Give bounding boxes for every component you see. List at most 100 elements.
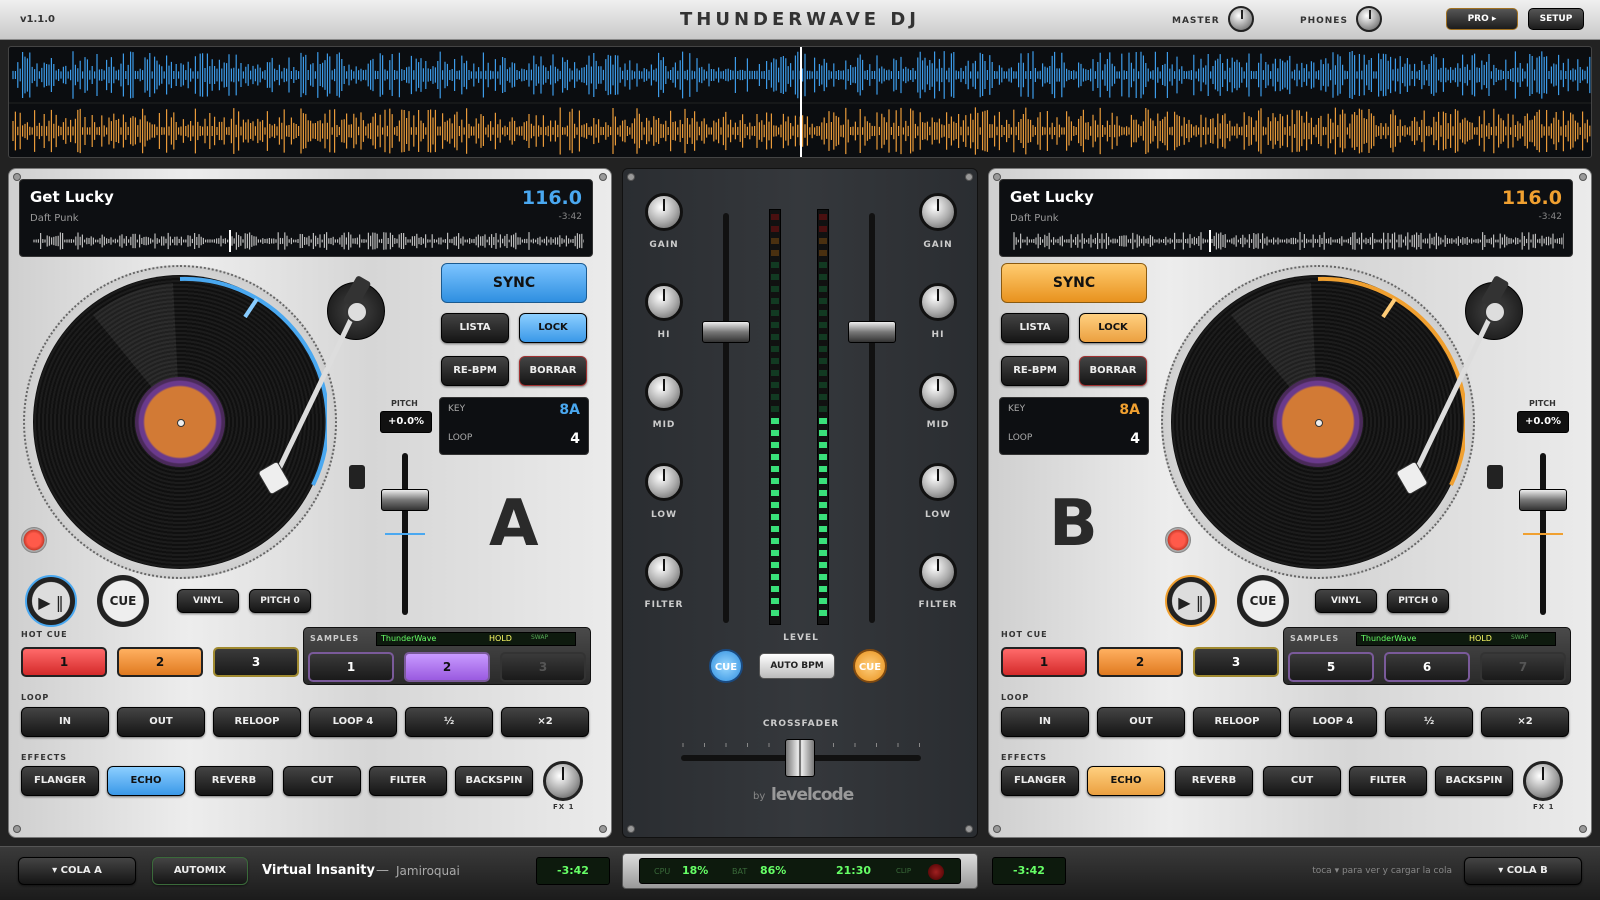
deck-a-sample-pad-1[interactable]: 1 <box>308 652 394 682</box>
auto-bpm-button[interactable]: AUTO BPM <box>759 653 835 679</box>
deck-a-play-pause-button[interactable]: ▶ ‖ <box>25 575 77 627</box>
deck-a-loop-out-button[interactable]: OUT <box>117 707 205 737</box>
deck-b-play-pause-button[interactable]: ▶ ‖ <box>1165 575 1217 627</box>
ch-b-low-knob[interactable] <box>919 463 957 501</box>
deck-b-pitch0-button[interactable]: PITCH 0 <box>1387 589 1449 613</box>
deck-b-loop-in-button[interactable]: IN <box>1001 707 1089 737</box>
deck-b-reloop-button[interactable]: RELOOP <box>1193 707 1281 737</box>
deck-a-fx-cut[interactable]: CUT <box>283 766 361 796</box>
deck-b-sample-pad-7[interactable]: 7 <box>1480 652 1566 682</box>
overview-waveforms[interactable] <box>8 46 1592 158</box>
deck-b-fx-echo[interactable]: ECHO <box>1087 766 1165 796</box>
deck-b-tonearm[interactable] <box>1387 269 1527 509</box>
deck-a-lock-button[interactable]: LOCK <box>519 313 587 343</box>
meter-segment <box>819 310 827 316</box>
ch-b-gain-knob[interactable] <box>919 193 957 231</box>
deck-a-pitch-reset[interactable] <box>349 465 365 489</box>
deck-b-sample-pad-6[interactable]: 6 <box>1384 652 1470 682</box>
deck-b-fx-reverb[interactable]: REVERB <box>1175 766 1253 796</box>
ch-a-low-knob[interactable] <box>645 463 683 501</box>
automix-button[interactable]: AUTOMIX <box>152 857 248 885</box>
next-track-separator: — <box>376 863 389 878</box>
deck-a-mini-waveform[interactable] <box>30 230 584 252</box>
deck-b-fx-filter[interactable]: FILTER <box>1349 766 1427 796</box>
deck-a-loop4-button[interactable]: LOOP 4 <box>309 707 397 737</box>
ch-b-fader-handle[interactable] <box>848 321 896 343</box>
deck-b-lock-button[interactable]: LOCK <box>1079 313 1147 343</box>
queue-a-button[interactable]: ▾ COLA A <box>18 857 136 885</box>
deck-b-delete-button[interactable]: BORRAR <box>1079 356 1147 386</box>
pro-button[interactable]: PRO ▸ <box>1446 8 1518 30</box>
deck-b-pitch-slider-handle[interactable] <box>1519 489 1567 511</box>
deck-a-loop-half-button[interactable]: ½ <box>405 707 493 737</box>
queue-b-button[interactable]: ▾ COLA B <box>1464 857 1582 885</box>
setup-button[interactable]: SETUP <box>1528 8 1584 30</box>
deck-b-rebpm-button[interactable]: RE-BPM <box>1001 356 1069 386</box>
deck-a-record-button[interactable] <box>21 527 47 553</box>
ch-a-fader-track[interactable] <box>723 213 729 623</box>
deck-a-loop-double-button[interactable]: ×2 <box>501 707 589 737</box>
deck-a-sample-pad-3[interactable]: 3 <box>500 652 586 682</box>
meter-segment <box>819 430 827 436</box>
deck-a-hotcue-2[interactable]: 2 <box>117 647 203 677</box>
deck-b-loop-out-button[interactable]: OUT <box>1097 707 1185 737</box>
deck-a-fx-knob[interactable] <box>543 761 583 801</box>
screw <box>627 173 635 181</box>
ch-a-cue-button[interactable]: CUE <box>709 649 743 683</box>
deck-b-cue-button[interactable]: CUE <box>1237 575 1289 627</box>
deck-b-loop-double-button[interactable]: ×2 <box>1481 707 1569 737</box>
deck-a-pitch-slider-handle[interactable] <box>381 489 429 511</box>
deck-a-delete-button[interactable]: BORRAR <box>519 356 587 386</box>
ch-a-filter-knob[interactable] <box>645 553 683 591</box>
deck-a-sync-button[interactable]: SYNC <box>441 263 587 303</box>
deck-a-hotcue-3[interactable]: 3 <box>213 647 299 677</box>
ch-b-hi-knob[interactable] <box>919 283 957 321</box>
deck-b-vinyl-button[interactable]: VINYL <box>1315 589 1377 613</box>
deck-a-fx-filter[interactable]: FILTER <box>369 766 447 796</box>
ch-b-fader-track[interactable] <box>869 213 875 623</box>
ch-b-cue-button[interactable]: CUE <box>853 649 887 683</box>
deck-a-fx-echo[interactable]: ECHO <box>107 766 185 796</box>
deck-b-hotcue-3[interactable]: 3 <box>1193 647 1279 677</box>
deck-a-vinyl-button[interactable]: VINYL <box>177 589 239 613</box>
meter-segment <box>819 226 827 232</box>
deck-a-reloop-button[interactable]: RELOOP <box>213 707 301 737</box>
deck-b-fx-cut[interactable]: CUT <box>1263 766 1341 796</box>
deck-a-list-button[interactable]: LISTA <box>441 313 509 343</box>
spindle <box>1315 419 1323 427</box>
deck-a-fx-reverb[interactable]: REVERB <box>195 766 273 796</box>
deck-b-sync-button[interactable]: SYNC <box>1001 263 1147 303</box>
meter-segment <box>819 382 827 388</box>
deck-a-cue-button[interactable]: CUE <box>97 575 149 627</box>
master-volume-knob[interactable] <box>1228 6 1254 32</box>
deck-b-sample-pad-5[interactable]: 5 <box>1288 652 1374 682</box>
deck-b-list-button[interactable]: LISTA <box>1001 313 1069 343</box>
deck-b-fx-flanger[interactable]: FLANGER <box>1001 766 1079 796</box>
deck-b-mini-waveform[interactable] <box>1010 230 1564 252</box>
deck-b-fx-backspin[interactable]: BACKSPIN <box>1435 766 1513 796</box>
deck-a-tonearm[interactable] <box>249 269 389 509</box>
deck-a-samples-display[interactable]: ThunderWave HOLD SWAP <box>376 632 576 646</box>
phones-volume-knob[interactable] <box>1356 6 1382 32</box>
deck-a-rebpm-button[interactable]: RE-BPM <box>441 356 509 386</box>
deck-b-samples-display[interactable]: ThunderWave HOLD SWAP <box>1356 632 1556 646</box>
deck-b-pitch-reset[interactable] <box>1487 465 1503 489</box>
deck-b-fx-knob[interactable] <box>1523 761 1563 801</box>
deck-a-loop-in-button[interactable]: IN <box>21 707 109 737</box>
deck-b-loop4-button[interactable]: LOOP 4 <box>1289 707 1377 737</box>
ch-a-hi-knob[interactable] <box>645 283 683 321</box>
deck-a-fx-flanger[interactable]: FLANGER <box>21 766 99 796</box>
deck-b-hotcue-1[interactable]: 1 <box>1001 647 1087 677</box>
ch-b-mid-knob[interactable] <box>919 373 957 411</box>
ch-a-gain-knob[interactable] <box>645 193 683 231</box>
deck-b-loop-half-button[interactable]: ½ <box>1385 707 1473 737</box>
deck-b-hotcue-2[interactable]: 2 <box>1097 647 1183 677</box>
crossfader-handle[interactable] <box>785 739 815 777</box>
ch-b-filter-knob[interactable] <box>919 553 957 591</box>
deck-a-sample-pad-2[interactable]: 2 <box>404 652 490 682</box>
ch-a-fader-handle[interactable] <box>702 321 750 343</box>
deck-a-hotcue-1[interactable]: 1 <box>21 647 107 677</box>
deck-a-fx-backspin[interactable]: BACKSPIN <box>455 766 533 796</box>
ch-a-mid-knob[interactable] <box>645 373 683 411</box>
deck-a-pitch0-button[interactable]: PITCH 0 <box>249 589 311 613</box>
